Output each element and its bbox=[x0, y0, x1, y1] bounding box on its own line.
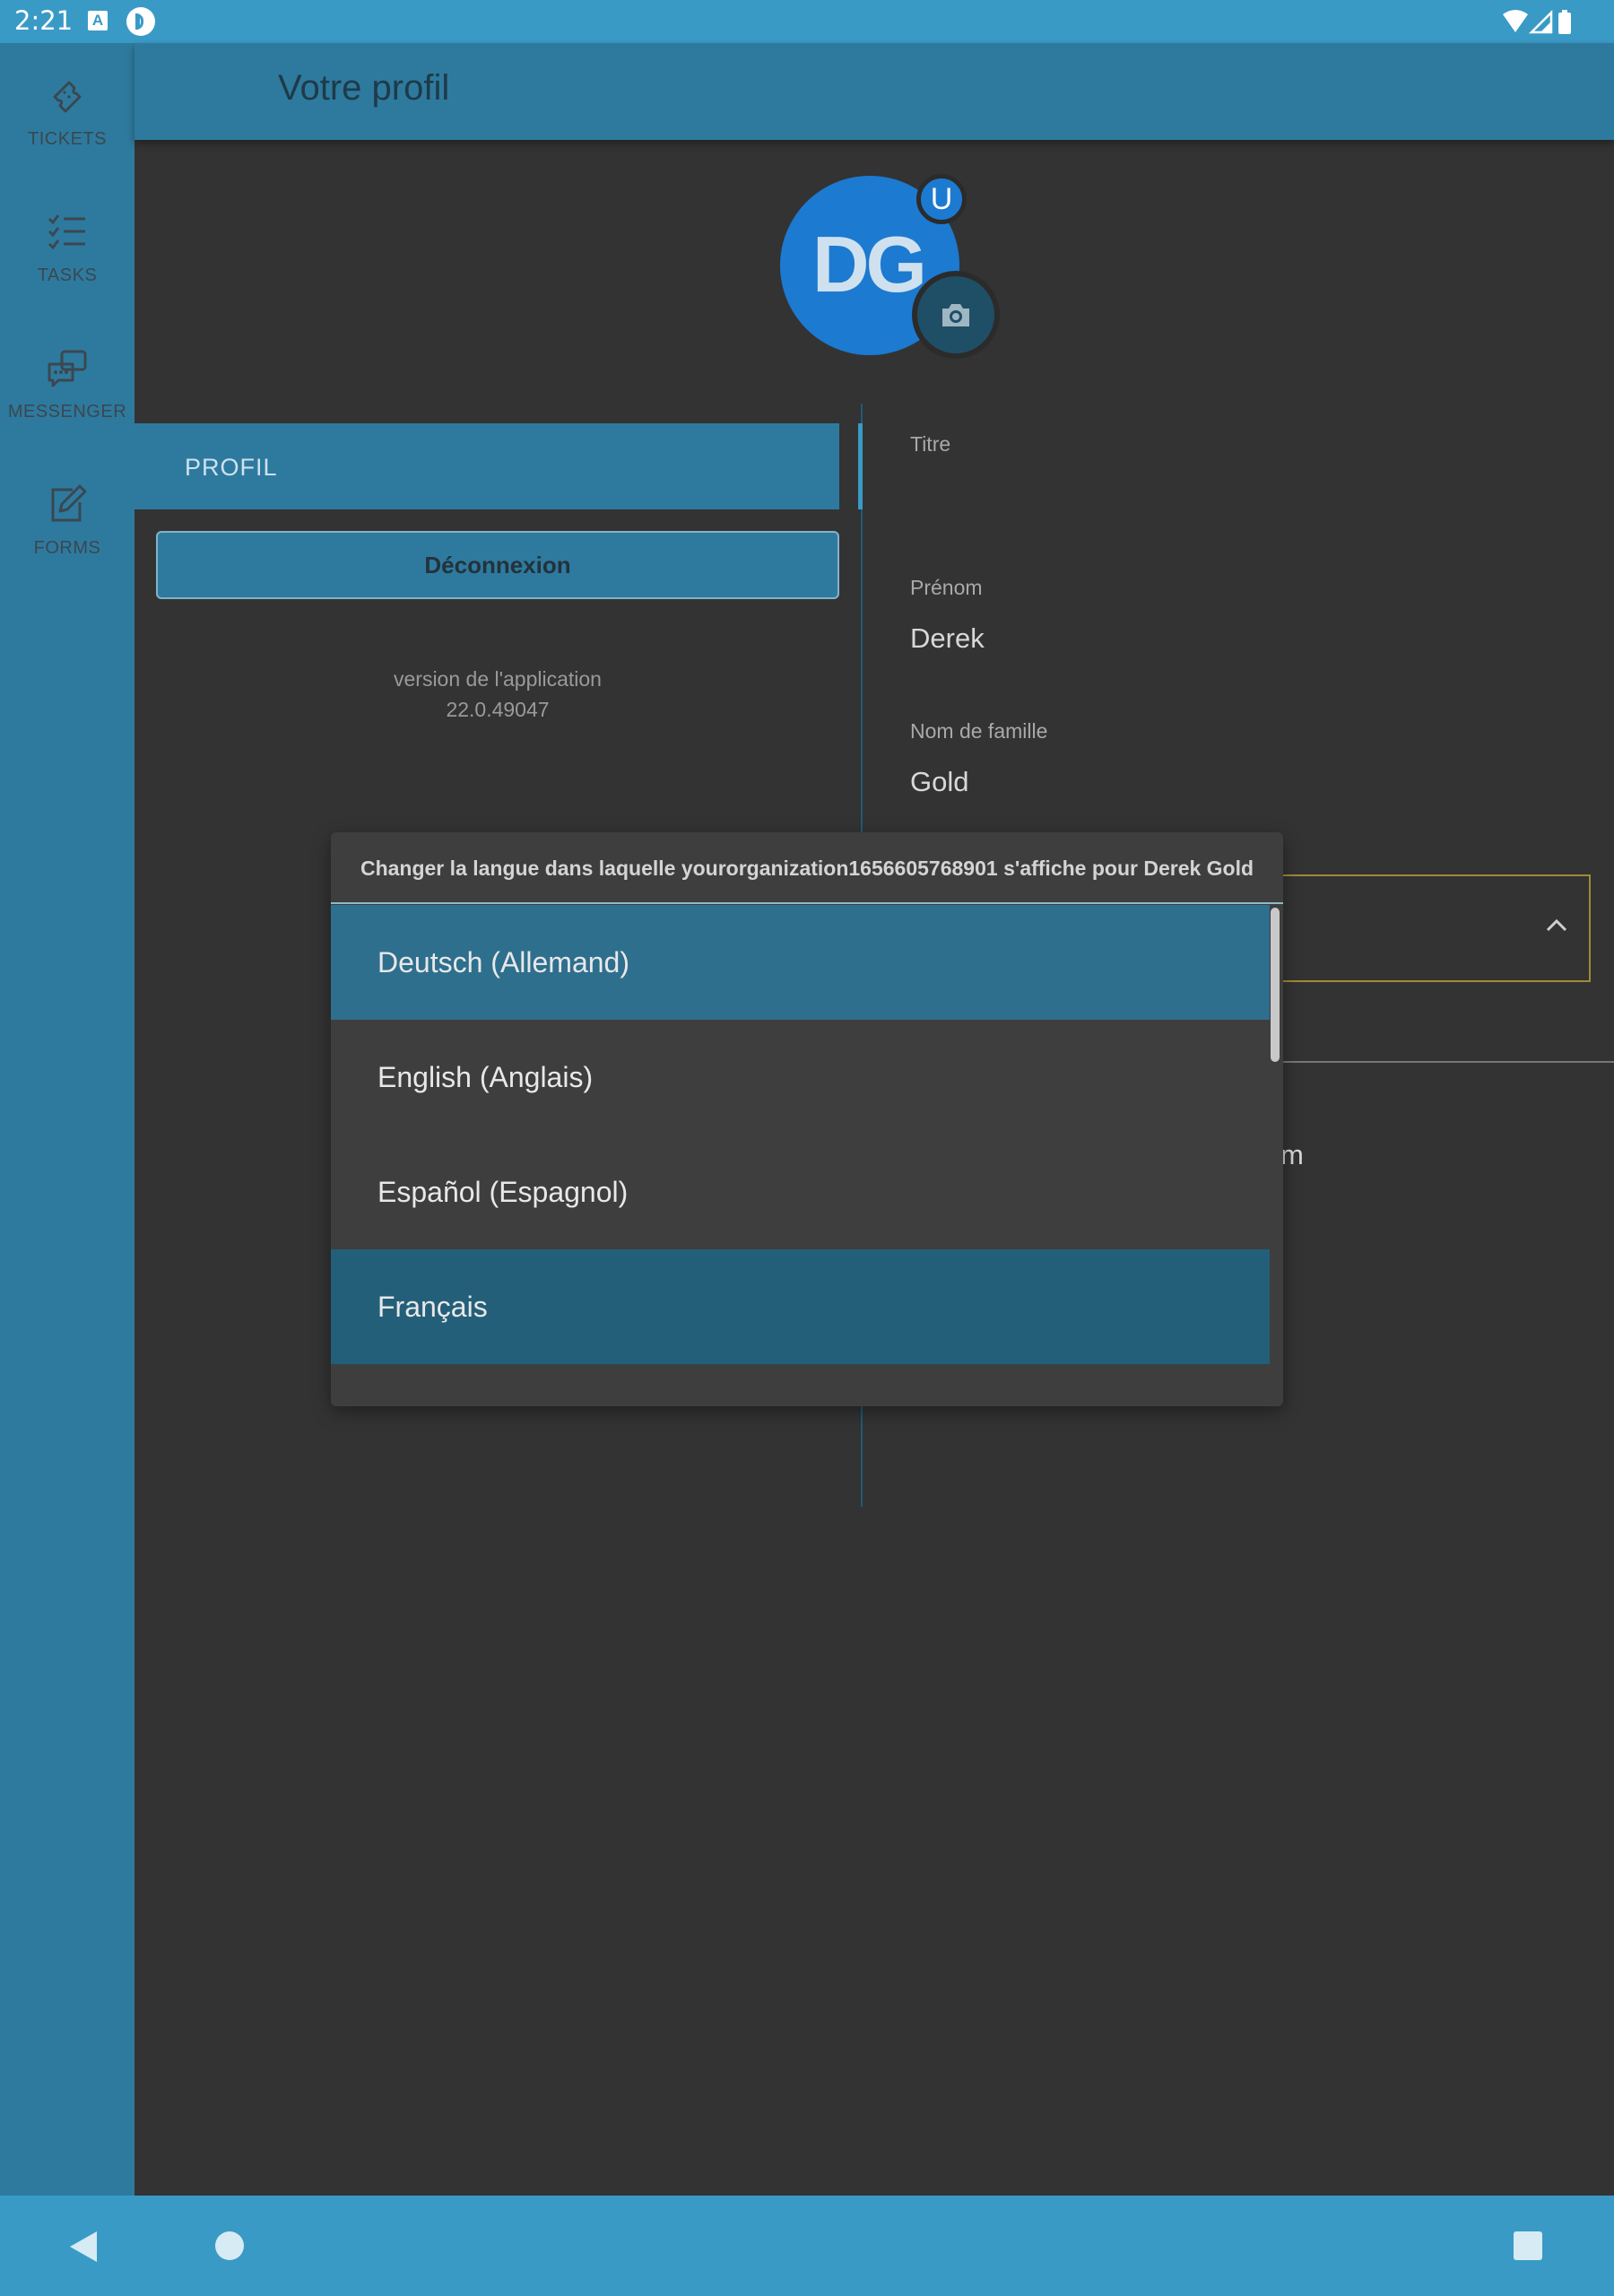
dialog-scrollbar[interactable] bbox=[1271, 908, 1280, 1062]
back-icon[interactable] bbox=[70, 2231, 97, 2262]
app-version: version de l'application 22.0.49047 bbox=[156, 664, 839, 725]
prenom-value[interactable]: Derek bbox=[910, 622, 985, 655]
partial-field-text: m bbox=[1280, 1139, 1304, 1170]
titre-label: Titre bbox=[910, 432, 951, 456]
rail-item-label: TASKS bbox=[37, 265, 98, 285]
change-photo-button[interactable] bbox=[912, 271, 1000, 359]
recent-apps-icon[interactable] bbox=[1514, 2231, 1542, 2260]
ticket-icon bbox=[53, 81, 82, 113]
prenom-label: Prénom bbox=[910, 576, 983, 599]
field-underline bbox=[1282, 1061, 1614, 1063]
language-option-english[interactable]: English (Anglais) bbox=[331, 1020, 1270, 1135]
chevron-up-icon bbox=[1546, 918, 1567, 932]
language-picker-dialog: Changer la langue dans laquelle yourorga… bbox=[331, 832, 1283, 1406]
version-number: 22.0.49047 bbox=[446, 698, 550, 721]
language-option-espanol[interactable]: Español (Espagnol) bbox=[331, 1135, 1270, 1249]
avatar-initials: DG bbox=[812, 220, 927, 309]
chat-icon bbox=[48, 350, 87, 387]
page-title: Votre profil bbox=[278, 68, 450, 108]
status-time: 2:21 bbox=[14, 5, 74, 36]
wifi-signal-battery-icons bbox=[1503, 9, 1571, 34]
language-option-deutsch[interactable]: Deutsch (Allemand) bbox=[331, 905, 1270, 1020]
app-notification-icon bbox=[126, 7, 155, 36]
nom-value[interactable]: Gold bbox=[910, 766, 968, 798]
dialog-title: Changer la langue dans laquelle yourorga… bbox=[331, 832, 1283, 904]
rail-item-tickets[interactable]: TICKETS bbox=[0, 74, 134, 208]
battery-icon bbox=[1558, 13, 1571, 34]
system-nav-bar bbox=[0, 2196, 1614, 2296]
rail-item-label: TICKETS bbox=[28, 129, 107, 149]
rail-item-label: FORMS bbox=[33, 538, 101, 558]
rail-item-messenger[interactable]: MESSENGER bbox=[0, 346, 134, 481]
camera-icon bbox=[942, 304, 969, 326]
edit-icon bbox=[51, 484, 87, 522]
version-label: version de l'application bbox=[394, 667, 602, 691]
a-box-icon: A bbox=[88, 11, 108, 30]
app-header: Votre profil bbox=[134, 43, 1614, 140]
logout-button[interactable]: Déconnexion bbox=[156, 531, 839, 599]
rail-item-tasks[interactable]: TASKS bbox=[0, 210, 134, 344]
rail-item-label: MESSENGER bbox=[7, 402, 127, 422]
nom-label: Nom de famille bbox=[910, 719, 1048, 743]
language-option-francais[interactable]: Français bbox=[331, 1249, 1270, 1364]
home-icon[interactable] bbox=[215, 2231, 244, 2260]
wifi-icon bbox=[1503, 10, 1528, 32]
status-bar: 2:21 A bbox=[0, 0, 1614, 43]
language-dropdown[interactable] bbox=[1250, 874, 1591, 982]
tab-profil-label: PROFIL bbox=[185, 454, 278, 481]
checklist-icon bbox=[48, 214, 85, 250]
rail-item-forms[interactable]: FORMS bbox=[0, 483, 134, 617]
tab-profil[interactable]: PROFIL bbox=[134, 423, 839, 509]
active-tab-indicator bbox=[858, 423, 863, 509]
user-badge: U bbox=[916, 174, 967, 224]
nav-rail: TICKETS TASKS MESSENGER FORMS bbox=[0, 43, 134, 2196]
